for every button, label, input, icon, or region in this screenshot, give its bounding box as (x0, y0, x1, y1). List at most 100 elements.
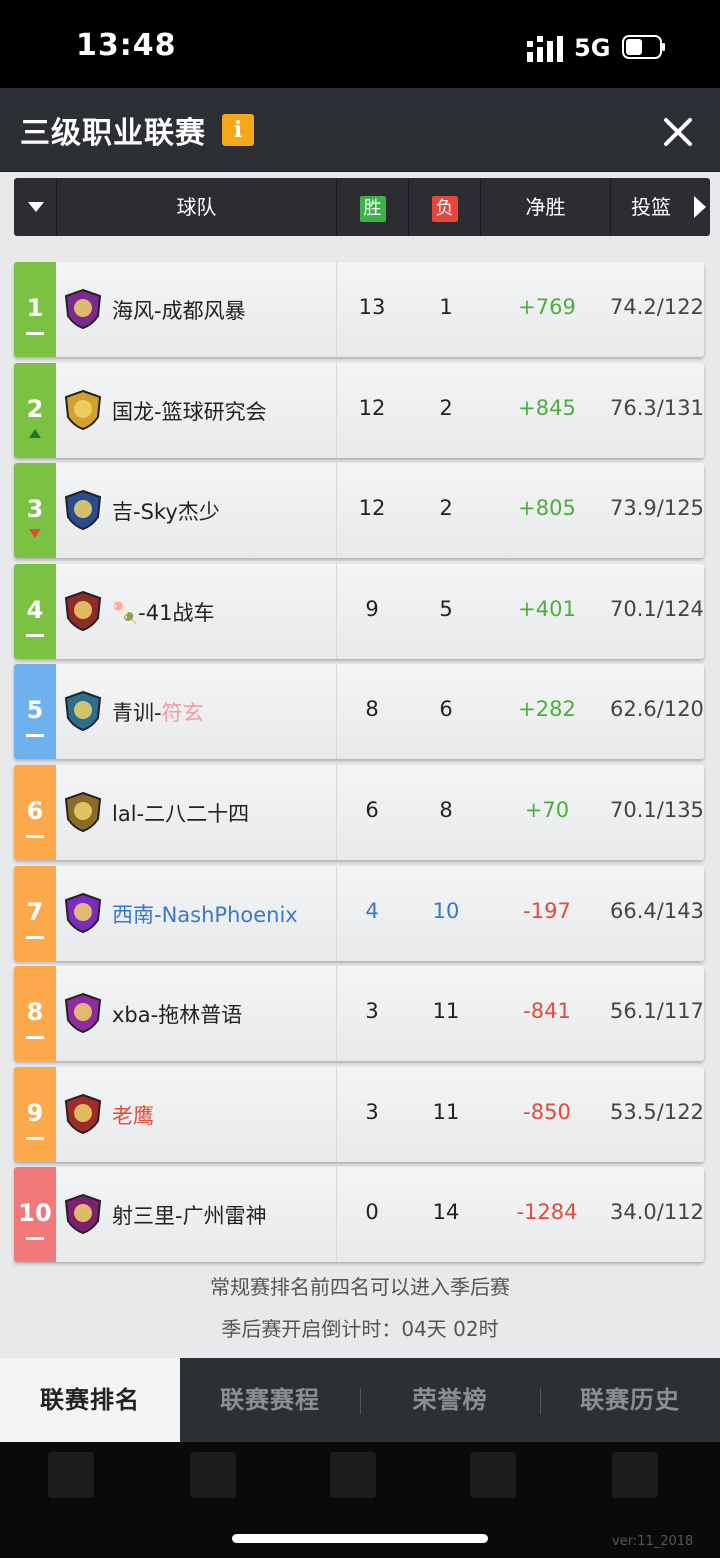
team-name[interactable]: 老鹰 (112, 1100, 154, 1130)
rank-cell: 2 (14, 363, 56, 458)
team-name[interactable]: 西南-NashPhoenix (112, 899, 298, 929)
losses-value: 8 (439, 798, 453, 822)
team-name[interactable]: 射三里-广州雷神 (112, 1200, 267, 1230)
trend-same-icon (26, 734, 44, 737)
signal-icon (527, 36, 563, 62)
net-value: +282 (518, 697, 576, 721)
wins-value: 6 (365, 798, 379, 822)
rank-number: 10 (18, 1199, 52, 1227)
standings-header: 球队 胜 负 净胜 投篮 (14, 178, 710, 236)
playoff-countdown-text: 季后赛开启倒计时：04天 02时 (221, 1317, 499, 1341)
losses-value: 11 (432, 1100, 460, 1124)
team-name[interactable]: 海风-成都风暴 (112, 295, 246, 325)
shooting-value: 70.1/124 (610, 597, 704, 621)
team-name[interactable]: 青训-符玄 (112, 697, 204, 727)
info-icon[interactable]: i (222, 114, 254, 146)
trend-same-icon (26, 634, 44, 637)
table-row[interactable]: 1 海风-成都风暴 13 1 +769 74.2/122 (14, 262, 704, 357)
wins-value: 12 (358, 396, 386, 420)
table-row[interactable]: 3 吉-Sky杰少 12 2 +805 73.9/125 (14, 463, 704, 558)
column-team: 球队 (57, 178, 337, 236)
tab-honors[interactable]: 荣誉榜 (360, 1358, 540, 1442)
table-row[interactable]: 7 西南-NashPhoenix 4 10 -197 66.4/143 (14, 866, 704, 961)
net-value: -197 (523, 899, 571, 923)
team-eagle-logo (64, 1093, 102, 1135)
net-value: -1284 (516, 1200, 578, 1224)
shooting-value: 73.9/125 (610, 496, 704, 520)
tab-history[interactable]: 联赛历史 (540, 1358, 720, 1442)
table-row[interactable]: 2 国龙-篮球研究会 12 2 +845 76.3/131 (14, 363, 704, 458)
rank-cell: 9 (14, 1067, 56, 1162)
team-spartan-logo (64, 389, 102, 431)
status-time: 13:48 (76, 28, 177, 63)
table-row[interactable]: 10 射三里-广州雷神 0 14 -1284 34.0/112 (14, 1167, 704, 1262)
shooting-value: 56.1/117 (610, 999, 704, 1023)
rank-number: 3 (26, 495, 44, 523)
losses-badge: 负 (431, 195, 458, 222)
column-net[interactable]: 净胜 (481, 178, 611, 236)
team-name[interactable]: 🍡-41战车 (112, 597, 214, 627)
rank-cell: 10 (14, 1167, 56, 1262)
team-name[interactable]: xba-拖林普语 (112, 999, 242, 1029)
network-type: 5G (574, 34, 611, 62)
table-row[interactable]: 6 lal-二八二十四 6 8 +70 70.1/135 (14, 765, 704, 860)
tab-schedule[interactable]: 联赛赛程 (180, 1358, 360, 1442)
shooting-value: 34.0/112 (610, 1200, 704, 1224)
team-name[interactable]: lal-二八二十四 (112, 798, 249, 828)
trend-same-icon (26, 1036, 44, 1039)
rank-number: 9 (26, 1099, 44, 1127)
ghost-nav-icon (470, 1452, 516, 1498)
table-row[interactable]: 9 老鹰 3 11 -850 53.5/122 (14, 1067, 704, 1162)
trend-down-icon (29, 529, 41, 538)
rank-number: 6 (26, 797, 44, 825)
page-title: 三级职业联赛 (20, 116, 206, 151)
dropdown-triangle-icon (28, 202, 44, 212)
trend-same-icon (26, 1137, 44, 1140)
table-row[interactable]: 8 xba-拖林普语 3 11 -841 56.1/117 (14, 966, 704, 1061)
status-bar: 13:48 5G (0, 0, 720, 88)
column-wins[interactable]: 胜 (337, 178, 409, 236)
team-lion-logo (64, 892, 102, 934)
rank-number: 1 (26, 294, 44, 322)
table-row[interactable]: 5 青训-符玄 8 6 +282 62.6/120 (14, 664, 704, 759)
net-value: -850 (523, 1100, 571, 1124)
wins-value: 13 (358, 295, 386, 319)
team-beast-logo (64, 992, 102, 1034)
sort-dropdown[interactable] (14, 178, 57, 236)
wins-value: 8 (365, 697, 379, 721)
team-name-highlight: 符玄 (161, 701, 204, 725)
home-indicator[interactable] (232, 1534, 488, 1543)
team-name[interactable]: 吉-Sky杰少 (112, 496, 220, 526)
losses-value: 10 (432, 899, 460, 923)
wins-value: 3 (365, 999, 379, 1023)
rank-number: 4 (26, 596, 44, 624)
losses-value: 5 (439, 597, 453, 621)
team-wolf-logo (64, 489, 102, 531)
ghost-nav-icon (48, 1452, 94, 1498)
column-shooting[interactable]: 投篮 (611, 178, 691, 236)
net-value: +805 (518, 496, 576, 520)
losses-value: 14 (432, 1200, 460, 1224)
ghost-nav-icon (612, 1452, 658, 1498)
playoff-rule-text: 常规赛排名前四名可以进入季后赛 (210, 1275, 510, 1299)
rank-number: 2 (26, 395, 44, 423)
column-losses[interactable]: 负 (409, 178, 481, 236)
rank-trend (14, 429, 56, 443)
losses-value: 11 (432, 999, 460, 1023)
rank-trend (14, 730, 56, 744)
shooting-value: 62.6/120 (610, 697, 704, 721)
trend-same-icon (26, 332, 44, 335)
shooting-value: 70.1/135 (610, 798, 704, 822)
rank-trend (14, 328, 56, 342)
scroll-right-icon[interactable] (694, 196, 706, 218)
close-icon[interactable] (656, 110, 700, 154)
shooting-value: 74.2/122 (610, 295, 704, 319)
team-name[interactable]: 国龙-篮球研究会 (112, 396, 267, 426)
tab-standings[interactable]: 联赛排名 (0, 1358, 180, 1442)
table-row[interactable]: 4 🍡-41战车 9 5 +401 70.1/124 (14, 564, 704, 659)
version-label: ver:11_2018 (612, 1534, 694, 1549)
net-value: +401 (518, 597, 576, 621)
net-value: +70 (524, 798, 570, 822)
team-tiger-logo (64, 791, 102, 833)
wins-value: 9 (365, 597, 379, 621)
